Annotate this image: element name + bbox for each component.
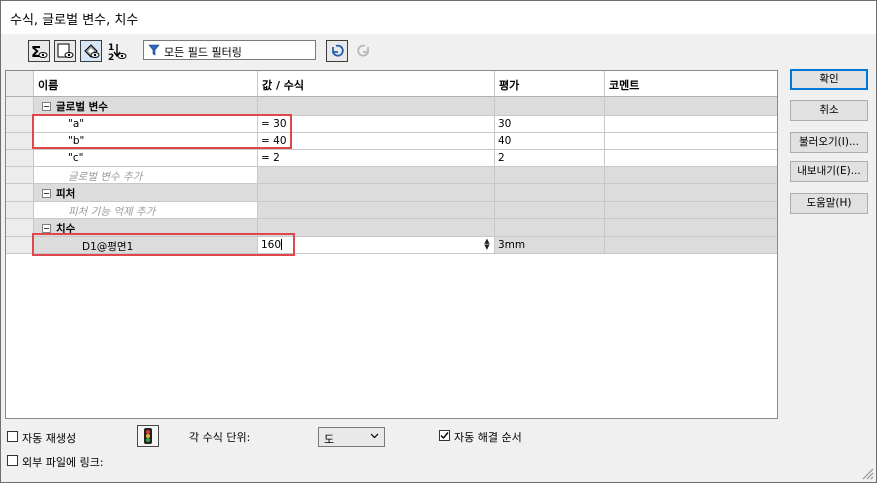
group-cell	[495, 219, 605, 237]
column-header-name[interactable]: 이름	[34, 71, 258, 97]
group-label-globals: 글로벌 변수	[56, 101, 108, 113]
display-pane-icon[interactable]	[54, 40, 76, 62]
auto-rebuild-checkbox[interactable]	[7, 431, 18, 442]
undo-icon[interactable]	[326, 40, 348, 62]
grid-corner	[6, 71, 34, 97]
filter-field[interactable]: 모든 필드 필터링	[143, 40, 316, 60]
spin-stepper-icon[interactable]: ▲ ▼	[482, 238, 492, 251]
link-external-checkbox[interactable]	[7, 455, 18, 466]
check-icon	[440, 432, 449, 440]
highlight-box-dimension	[32, 233, 295, 256]
window-title: 수식, 글로벌 변수, 치수	[10, 13, 139, 28]
disabled-cell	[258, 167, 495, 184]
column-header-comment[interactable]: 코멘트	[605, 71, 777, 97]
variable-eval-b: 40	[495, 133, 605, 150]
row-header	[6, 150, 34, 167]
cancel-button[interactable]: 취소	[790, 100, 868, 121]
traffic-light-icon[interactable]	[137, 425, 159, 447]
disabled-cell	[258, 202, 495, 219]
group-cell	[605, 219, 777, 237]
add-feature-suppression-placeholder[interactable]: 피처 기능 억제 추가	[34, 202, 258, 219]
equations-dialog: 수식, 글로벌 변수, 치수 Σ 12 모든 필드 필터링 이름 값 / 수식 …	[0, 0, 877, 483]
redo-icon[interactable]	[353, 40, 375, 62]
group-cell	[258, 97, 495, 116]
collapse-icon[interactable]	[42, 189, 51, 198]
group-label-features: 피처	[56, 188, 76, 200]
row-header	[6, 219, 34, 237]
row-header	[6, 133, 34, 150]
column-header-evaluation[interactable]: 평가	[495, 71, 605, 97]
sigma-eye-icon[interactable]: Σ	[28, 40, 50, 62]
variable-comment-c[interactable]	[605, 150, 777, 167]
chevron-down-icon	[370, 431, 379, 443]
disabled-cell	[605, 202, 777, 219]
disabled-cell	[495, 167, 605, 184]
auto-solve-order-checkbox[interactable]	[439, 430, 450, 441]
collapse-icon[interactable]	[42, 224, 51, 233]
variable-comment-a[interactable]	[605, 116, 777, 133]
toolbar: Σ 12 모든 필드 필터링	[1, 38, 876, 64]
pressed-settings-icon[interactable]	[80, 40, 102, 62]
dimension-comment-d1[interactable]	[605, 237, 777, 254]
angle-unit-value: 도	[324, 433, 335, 446]
import-button[interactable]: 불러오기(I)...	[790, 132, 868, 153]
group-cell	[605, 184, 777, 202]
group-header-features[interactable]: 피처	[34, 184, 258, 202]
help-button[interactable]: 도움말(H)	[790, 193, 868, 214]
group-cell	[605, 97, 777, 116]
auto-rebuild-label: 자동 재생성	[22, 432, 77, 445]
svg-text:2: 2	[108, 53, 114, 61]
collapse-icon[interactable]	[42, 102, 51, 111]
group-cell	[258, 184, 495, 202]
variable-comment-b[interactable]	[605, 133, 777, 150]
variable-value-a[interactable]: = 30	[258, 116, 495, 133]
row-header	[6, 237, 34, 254]
group-cell	[495, 184, 605, 202]
angle-unit-label: 각 수식 단위:	[189, 431, 251, 444]
disabled-cell	[495, 202, 605, 219]
column-header-value[interactable]: 값 / 수식	[258, 71, 495, 97]
filter-funnel-icon	[148, 44, 160, 59]
group-cell	[495, 97, 605, 116]
row-header	[6, 97, 34, 116]
ok-button[interactable]: 확인	[790, 69, 868, 90]
add-global-variable-placeholder[interactable]: 글로벌 변수 추가	[34, 167, 258, 184]
variable-name-c[interactable]: "c"	[34, 150, 258, 167]
variable-value-b[interactable]: = 40	[258, 133, 495, 150]
link-external-label: 외부 파일에 링크:	[22, 456, 104, 469]
variable-value-c[interactable]: = 2	[258, 150, 495, 167]
variable-eval-a: 30	[495, 116, 605, 133]
svg-text:Σ: Σ	[31, 43, 41, 60]
row-header	[6, 202, 34, 219]
svg-text:1: 1	[108, 43, 114, 53]
highlight-box-globals	[32, 114, 292, 149]
row-header	[6, 184, 34, 202]
disabled-cell	[605, 167, 777, 184]
export-button[interactable]: 내보내기(E)...	[790, 161, 868, 182]
auto-solve-order-label: 자동 해결 순서	[454, 431, 522, 444]
dimension-eval-d1: 3mm	[495, 237, 605, 254]
row-header	[6, 167, 34, 184]
sort-12-icon[interactable]: 12	[106, 40, 128, 62]
variable-eval-c: 2	[495, 150, 605, 167]
row-header	[6, 116, 34, 133]
angle-unit-select[interactable]: 도	[318, 427, 385, 447]
title-bar: 수식, 글로벌 변수, 치수	[1, 1, 876, 34]
resize-grip-icon[interactable]	[860, 466, 874, 480]
filter-input-text: 모든 필드 필터링	[164, 46, 242, 59]
